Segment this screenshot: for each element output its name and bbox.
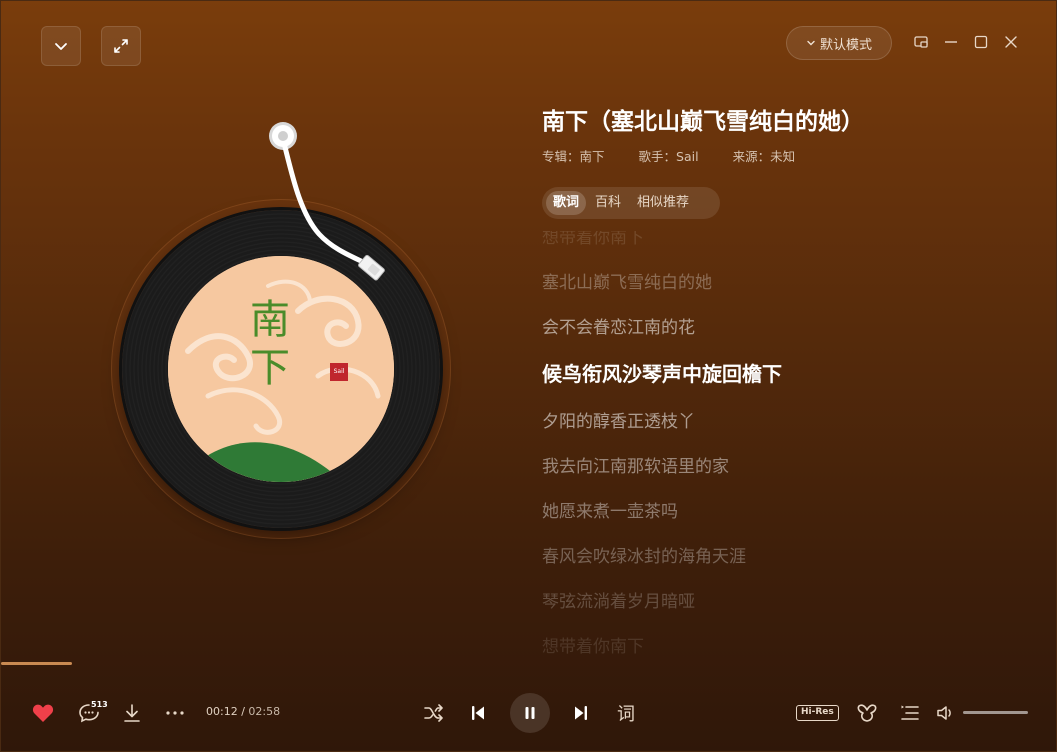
mini-window-icon (914, 36, 928, 48)
minimize-icon (945, 41, 957, 43)
current-time: 00:12 (206, 705, 238, 718)
pause-button[interactable] (510, 693, 550, 733)
playlist-icon (901, 705, 919, 720)
lyric-line-current[interactable]: 候鸟衔风沙琴声中旋回檐下 (542, 358, 782, 387)
lyric-line[interactable]: 想带着你南下 (542, 231, 644, 248)
lyrics-panel[interactable]: 想带着你南下 塞北山巅飞雪纯白的她 会不会眷恋江南的花 候鸟衔风沙琴声中旋回檐下… (542, 231, 962, 661)
playlist-button[interactable] (898, 701, 922, 725)
shuffle-icon (424, 704, 443, 722)
lyric-line[interactable]: 她愿来煮一壶茶吗 (542, 497, 678, 522)
sound-effect-button[interactable] (855, 701, 879, 725)
playback-time: 00:12 / 02:58 (206, 705, 280, 718)
volume-button[interactable] (935, 701, 957, 725)
display-mode-dropdown[interactable]: 默认模式 (786, 26, 892, 60)
lyric-line[interactable]: 塞北山巅飞雪纯白的她 (542, 268, 712, 293)
song-title: 南下（塞北山巅飞雪纯白的她） (542, 109, 864, 135)
lyric-line[interactable]: 夕阳的醇香正透枝丫 (542, 407, 695, 432)
close-icon (1005, 36, 1017, 48)
volume-icon (937, 706, 951, 720)
sound-effect-icon (857, 704, 877, 722)
lyric-line[interactable]: 琴弦流淌着岁月暗哑 (542, 587, 695, 612)
fullscreen-button[interactable] (101, 26, 141, 66)
album-cover-title: 南下 (250, 297, 290, 391)
lyric-line[interactable]: 想带着你南下 (542, 632, 644, 657)
more-button[interactable] (164, 701, 186, 725)
progress-bar[interactable] (1, 662, 1057, 665)
tab-similar[interactable]: 相似推荐 (630, 191, 696, 215)
tab-wiki[interactable]: 百科 (588, 191, 628, 215)
shuffle-button[interactable] (422, 701, 446, 725)
like-button[interactable] (31, 701, 55, 725)
hires-badge[interactable]: Hi-Res (796, 705, 839, 721)
lyric-line[interactable]: 我去向江南那软语里的家 (542, 452, 729, 477)
close-button[interactable] (1001, 32, 1021, 52)
minimize-button[interactable] (941, 32, 961, 52)
mini-player-button[interactable] (911, 32, 931, 52)
previous-icon (472, 706, 484, 720)
expand-icon (114, 39, 128, 53)
album-link[interactable]: 专辑：南下 (542, 146, 605, 165)
time-separator: / (237, 705, 249, 718)
tab-lyrics[interactable]: 歌词 (546, 191, 587, 215)
lyric-line[interactable]: 会不会眷恋江南的花 (542, 313, 695, 338)
source-label: 来源：未知 (732, 149, 796, 164)
download-icon (124, 704, 140, 722)
album-cover-seal: Sail (333, 368, 345, 375)
comment-count: 513 (91, 700, 108, 709)
chevron-down-icon (55, 43, 67, 50)
next-icon (575, 706, 587, 720)
volume-slider[interactable] (963, 711, 1028, 714)
song-meta: 专辑：南下 歌手：Sail 来源：未知 (542, 146, 795, 165)
info-tabs: 歌词 百科 相似推荐 (542, 187, 720, 219)
heart-icon (32, 704, 54, 722)
display-mode-label: 默认模式 (819, 37, 872, 53)
chevron-down-icon (807, 40, 815, 46)
collapse-button[interactable] (41, 26, 81, 66)
previous-button[interactable] (466, 701, 490, 725)
next-button[interactable] (569, 701, 593, 725)
download-button[interactable] (121, 701, 143, 725)
desktop-lyrics-button[interactable]: 词 (613, 701, 639, 725)
pause-icon (525, 707, 535, 719)
progress-fill (1, 662, 72, 665)
total-time: 02:58 (248, 705, 281, 718)
more-dots-icon (166, 711, 184, 715)
lyric-line[interactable]: 春风会吹绿冰封的海角天涯 (542, 542, 746, 567)
player-window: 默认模式 南下 Sail 南下（塞北山巅飞雪纯白的她） 专辑：南下 歌手：Sai… (0, 0, 1057, 752)
maximize-button[interactable] (971, 32, 991, 52)
artist-link[interactable]: 歌手：Sail (639, 146, 699, 165)
maximize-icon (974, 35, 988, 49)
tonearm (269, 122, 385, 281)
